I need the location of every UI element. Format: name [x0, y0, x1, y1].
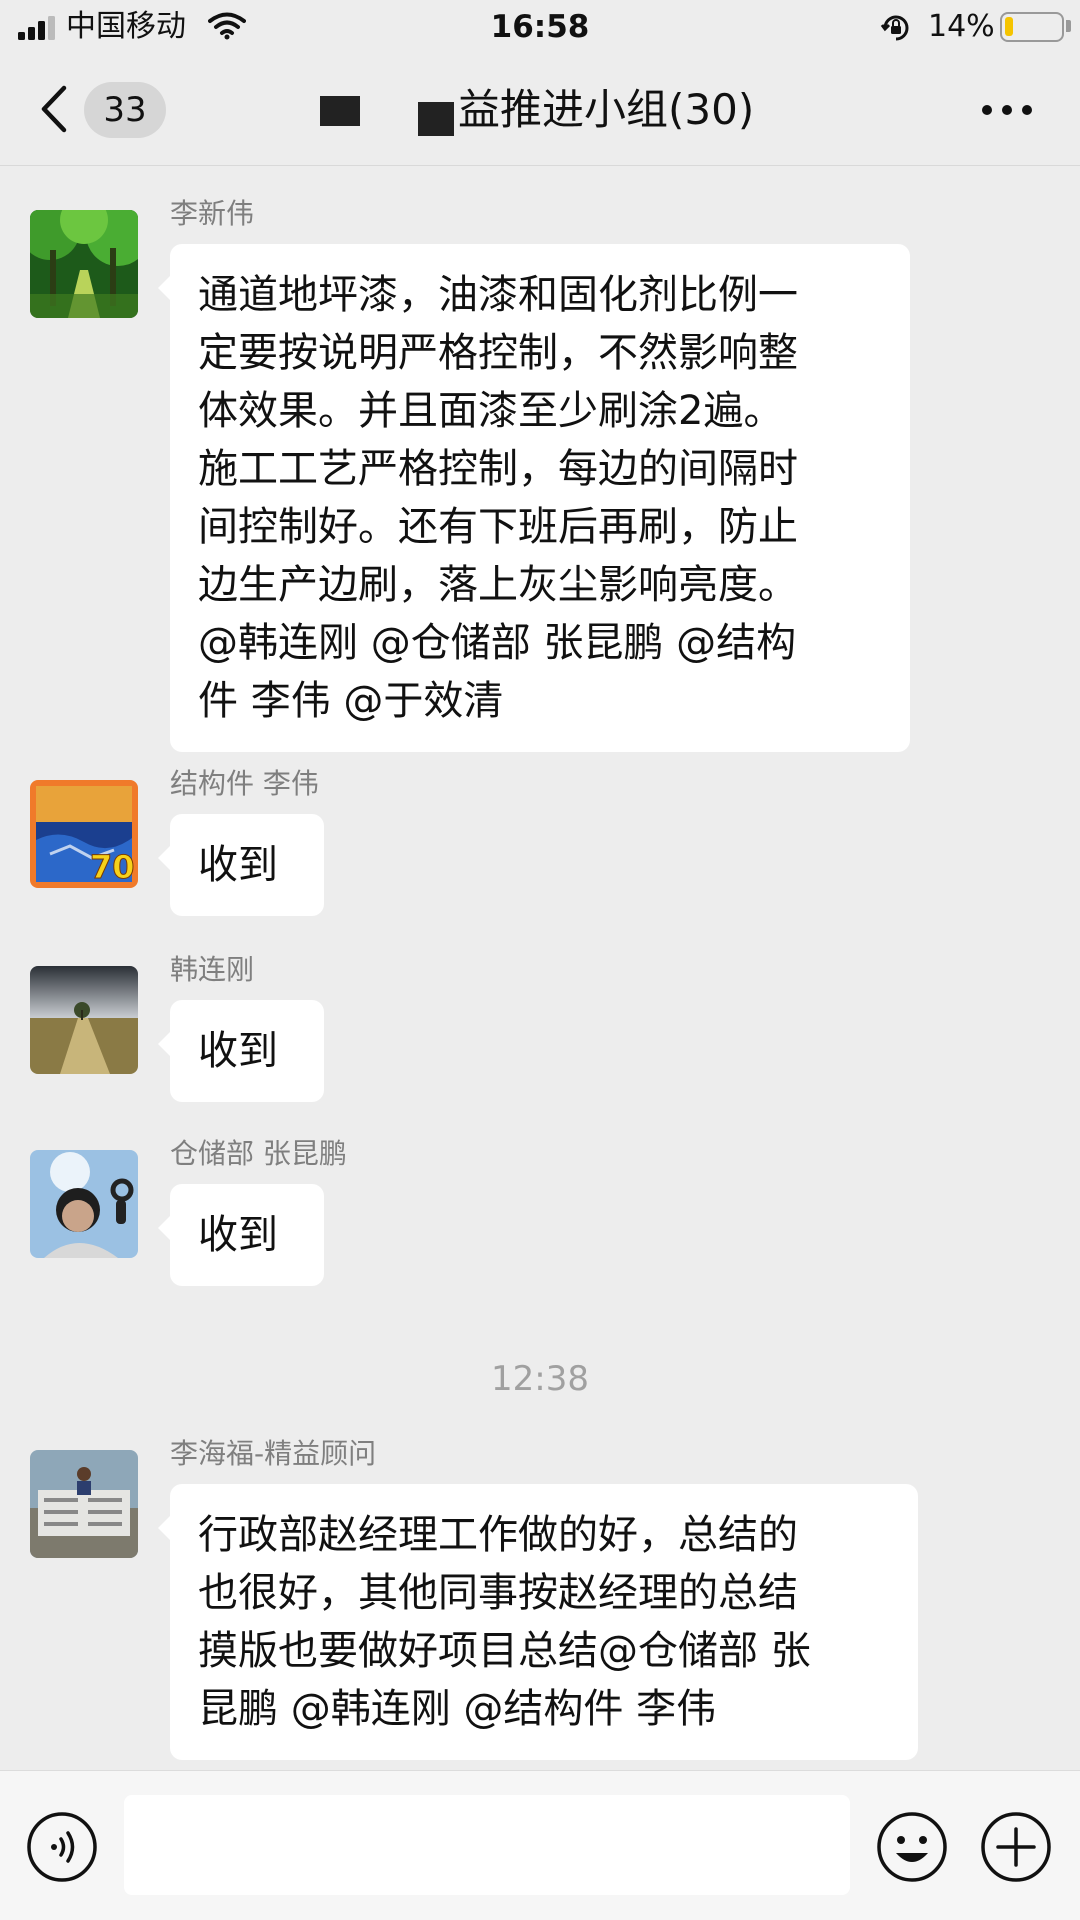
message-text-line: 定要按说明严格控制，不然影响整 [198, 330, 798, 376]
message-text-line: 体效果。并且面漆至少刷涂2遍。 [198, 388, 784, 434]
emoji-icon[interactable] [876, 1811, 948, 1883]
message-input[interactable] [124, 1795, 850, 1895]
message-list[interactable]: 李新伟 通道地坪漆，油漆和固化剂比例一 定要按说明严格控制，不然影响整 体效果。… [0, 166, 1080, 1770]
group-title: 益推进小组(30) [458, 85, 755, 134]
chevron-left-icon[interactable] [36, 82, 72, 136]
person-with-banner-avatar[interactable] [30, 1450, 138, 1558]
more-dots-icon[interactable] [980, 102, 1034, 118]
anniversary-70-avatar[interactable]: 70 [30, 780, 138, 888]
chat-header: 33 益推进小组(30) [0, 52, 1080, 166]
message-text-line: 也很好，其他同事按赵经理的总结 [198, 1570, 798, 1616]
sender-name: 李海福-精益顾问 [170, 1437, 377, 1470]
battery-percent: 14% [928, 9, 995, 44]
message-bubble[interactable]: 收到 [158, 814, 324, 916]
message-text-line: 收到 [198, 1212, 278, 1258]
message-text-line: 施工工艺严格控制，每边的间隔时 [198, 446, 798, 492]
redacted-title-block [418, 102, 454, 136]
message-text-line: 摸版也要做好项目总结@仓储部 张 [198, 1628, 811, 1674]
sender-name: 结构件 李伟 [170, 767, 319, 800]
sender-name: 韩连刚 [170, 953, 255, 986]
message-text-line: 收到 [198, 842, 278, 888]
input-bar [0, 1770, 1080, 1920]
voice-icon[interactable] [26, 1811, 98, 1883]
message-text-line: 昆鹏 @韩连刚 @结构件 李伟 [198, 1686, 717, 1732]
sender-name: 李新伟 [170, 197, 255, 230]
wechat-group-chat-screen: 中国移动 16:58 14% 33 益推进小组(30) 李新伟 通道地坪漆，油漆… [0, 0, 1080, 1920]
green-forest-avatar[interactable] [30, 210, 138, 318]
plus-icon[interactable] [980, 1811, 1052, 1883]
battery-icon [1000, 12, 1064, 42]
message-text-line: 收到 [198, 1028, 278, 1074]
message-bubble[interactable]: 行政部赵经理工作做的好，总结的 也很好，其他同事按赵经理的总结 摸版也要做好项目… [158, 1484, 918, 1760]
status-time: 16:58 [490, 9, 590, 45]
message-bubble[interactable]: 收到 [158, 1000, 324, 1102]
redacted-title-block [320, 96, 360, 126]
message-text-line: @韩连刚 @仓储部 张昆鹏 @结构 [198, 620, 797, 666]
sender-name: 仓储部 张昆鹏 [170, 1137, 347, 1170]
ok-hand-person-avatar[interactable] [30, 1150, 138, 1258]
status-bar: 中国移动 16:58 14% [0, 0, 1080, 52]
avatar-badge-text: 70 [90, 848, 135, 886]
message-text-line: 通道地坪漆，油漆和固化剂比例一 [198, 272, 798, 318]
unread-count-badge[interactable]: 33 [84, 82, 166, 138]
message-text-line: 边生产边刷，落上灰尘影响亮度。 [198, 562, 798, 608]
message-bubble[interactable]: 通道地坪漆，油漆和固化剂比例一 定要按说明严格控制，不然影响整 体效果。并且面漆… [158, 244, 910, 752]
message-text-line: 行政部赵经理工作做的好，总结的 [198, 1512, 798, 1558]
field-road-avatar[interactable] [30, 966, 138, 1074]
message-text-line: 间控制好。还有下班后再刷，防止 [198, 504, 798, 550]
battery-level-fill [1005, 17, 1013, 36]
rotation-lock-icon [880, 15, 909, 41]
message-bubble[interactable]: 收到 [158, 1184, 324, 1286]
battery-cap [1066, 20, 1071, 32]
time-divider: 12:38 [491, 1359, 589, 1399]
message-text-line: 件 李伟 @于效清 [198, 678, 504, 724]
